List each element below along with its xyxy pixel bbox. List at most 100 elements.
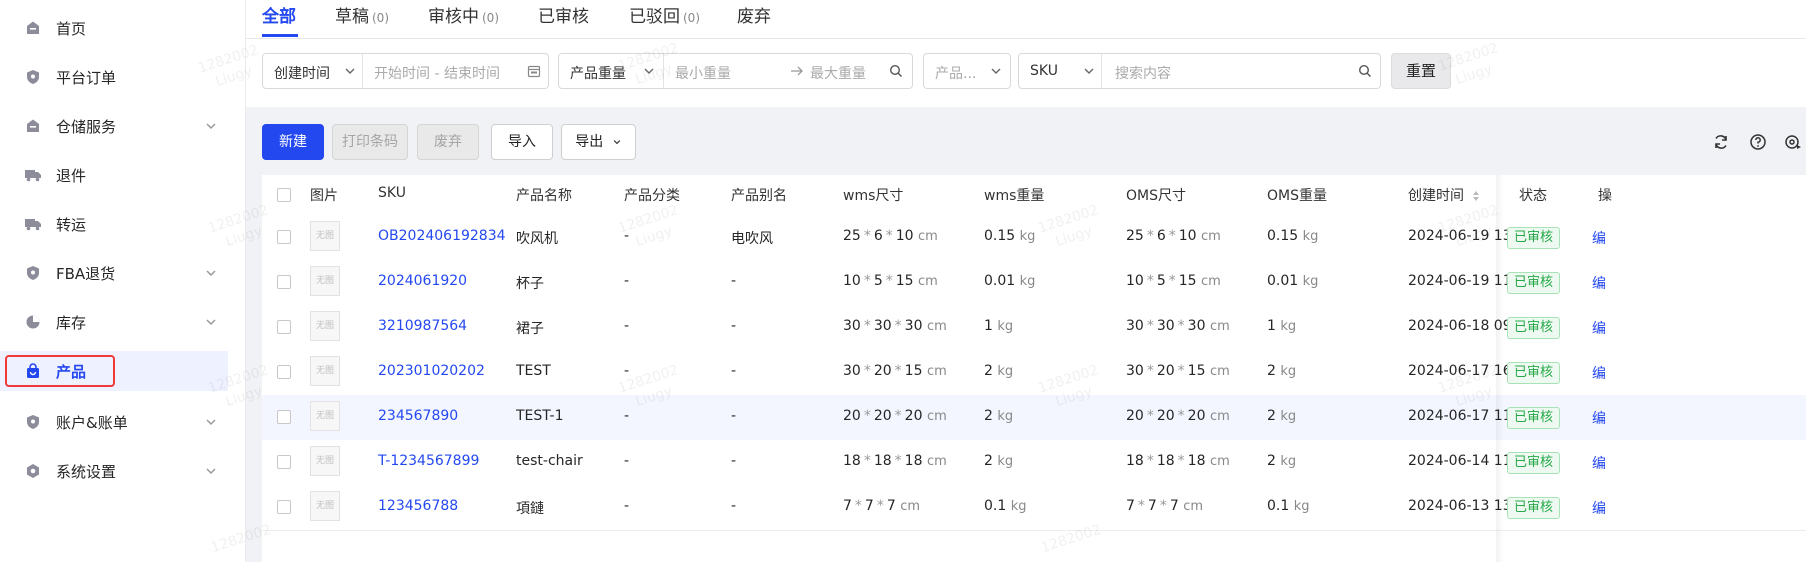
- chevron-down-icon: [613, 140, 620, 145]
- time-range-input[interactable]: 开始时间 - 结束时间: [374, 63, 500, 83]
- edit-link[interactable]: 编: [1592, 453, 1606, 473]
- sku-link[interactable]: 202301020202: [378, 363, 485, 379]
- pie-chart-icon: [24, 313, 42, 331]
- min-weight-input[interactable]: 最小重量: [675, 63, 731, 83]
- product-name: test-chair: [516, 453, 583, 469]
- select-all-checkbox[interactable]: [277, 188, 291, 202]
- product-alias: -: [731, 408, 737, 424]
- sidebar-item-fba-returns[interactable]: FBA退货: [0, 253, 228, 293]
- search-field-select[interactable]: SKU: [1030, 63, 1058, 79]
- oms-weight: 0.01 kg: [1267, 273, 1319, 289]
- weight-type-select[interactable]: 产品重量: [570, 63, 626, 83]
- chevron-down-icon: [345, 68, 355, 74]
- col-product-category: 产品分类: [624, 188, 680, 204]
- tab-discarded[interactable]: 废弃: [737, 2, 774, 36]
- reset-button[interactable]: 重置: [1391, 53, 1451, 89]
- product-thumbnail: 无图: [310, 221, 340, 251]
- col-created-time[interactable]: 创建时间: [1408, 185, 1480, 205]
- sidebar-item-label: 库存: [56, 313, 87, 332]
- main-area: 全部 草稿 (0) 审核中 (0) 已审核 已驳回 (0) 废弃 创建时间 开始时间 …: [246, 0, 1806, 562]
- edit-link[interactable]: 编: [1592, 273, 1606, 293]
- help-icon[interactable]: [1749, 133, 1767, 151]
- new-button[interactable]: 新建: [262, 124, 324, 160]
- oms-size: 30 * 30 * 30 cm: [1126, 318, 1230, 334]
- print-barcode-button[interactable]: 打印条码: [332, 124, 408, 160]
- wms-size: 30 * 30 * 30 cm: [843, 318, 947, 334]
- sidebar-item-warehouse[interactable]: 仓储服务: [0, 106, 228, 146]
- calendar-icon: [527, 65, 541, 78]
- row-checkbox[interactable]: [277, 500, 291, 514]
- oms-weight: 1 kg: [1267, 318, 1297, 334]
- row-checkbox[interactable]: [277, 230, 291, 244]
- sidebar-item-system-settings[interactable]: 系统设置: [0, 451, 228, 491]
- table-row[interactable]: 无图 T-1234567899 test-chair - - 18 * 18 * 18 cm 2 k…: [262, 440, 1806, 486]
- tab-approved[interactable]: 已审核: [538, 2, 592, 36]
- search-icon[interactable]: [1358, 64, 1372, 78]
- import-button[interactable]: 导入: [491, 124, 553, 160]
- product-category: -: [624, 453, 630, 469]
- wms-size: 25 * 6 * 10 cm: [843, 228, 938, 244]
- status-badge: 已审核: [1507, 317, 1561, 339]
- tab-reviewing[interactable]: 审核中 (0): [428, 2, 499, 36]
- status-badge: 已审核: [1507, 452, 1561, 474]
- export-button[interactable]: 导出: [561, 124, 636, 160]
- sidebar-item-products[interactable]: 产品: [0, 351, 228, 391]
- time-type-select[interactable]: 创建时间: [274, 63, 330, 83]
- sidebar-item-label: 平台订单: [56, 68, 117, 87]
- col-oms-size: OMS尺寸: [1126, 188, 1186, 204]
- truck-icon: [24, 166, 42, 184]
- max-weight-input[interactable]: 最大重量: [810, 63, 866, 83]
- table-row[interactable]: 无图 OB202406192834 吹风机 - 电吹风 25 * 6 * 10 cm 0.15 kg…: [262, 215, 1806, 261]
- sku-link[interactable]: OB202406192834: [378, 228, 506, 244]
- sort-icon[interactable]: [1472, 190, 1480, 202]
- row-checkbox[interactable]: [277, 320, 291, 334]
- table-row[interactable]: 无图 3210987564 裙子 - - 30 * 30 * 30 cm 1 kg 30 * 30 * 30 …: [262, 305, 1806, 351]
- row-checkbox[interactable]: [277, 410, 291, 424]
- search-input[interactable]: 搜索内容: [1115, 63, 1171, 83]
- sidebar-item-inventory[interactable]: 库存: [0, 302, 228, 342]
- status-badge: 已审核: [1507, 497, 1561, 519]
- table-header: 图片 SKU 产品名称 产品分类 产品别名 wms尺寸 wms重量 OMS尺寸 …: [262, 175, 1806, 216]
- oms-weight: 2 kg: [1267, 453, 1297, 469]
- edit-link[interactable]: 编: [1592, 408, 1606, 428]
- column-settings-icon[interactable]: [1784, 133, 1802, 151]
- tab-all[interactable]: 全部: [262, 2, 296, 36]
- chevron-down-icon: [991, 68, 1001, 74]
- tab-rejected[interactable]: 已驳回 (0): [629, 2, 700, 36]
- row-checkbox[interactable]: [277, 275, 291, 289]
- sidebar-item-account-billing[interactable]: 账户&账单: [0, 402, 228, 442]
- table-row[interactable]: 无图 234567890 TEST-1 - - 20 * 20 * 20 cm 2 kg 20 * 20 *…: [262, 395, 1806, 441]
- weight-filter: 产品重量 最小重量 最大重量: [558, 53, 913, 89]
- sidebar-item-home[interactable]: 首页: [0, 8, 228, 48]
- sidebar-item-label: 产品: [56, 362, 87, 381]
- row-checkbox[interactable]: [277, 455, 291, 469]
- oms-size: 30 * 20 * 15 cm: [1126, 363, 1230, 379]
- sidebar-item-platform-orders[interactable]: 平台订单: [0, 57, 228, 97]
- refresh-icon[interactable]: [1712, 133, 1730, 151]
- sku-link[interactable]: 234567890: [378, 408, 458, 424]
- discard-button[interactable]: 废弃: [417, 124, 479, 160]
- search-icon[interactable]: [889, 64, 903, 78]
- col-operations: 操: [1598, 188, 1612, 204]
- sidebar-item-label: 仓储服务: [56, 117, 117, 136]
- filter-bar: 创建时间 开始时间 - 结束时间 产品重量 最小重量 最大重量 产品... SK…: [246, 39, 1806, 107]
- table-row[interactable]: 无图 123456788 項鏈 - - 7 * 7 * 7 cm 0.1 kg 7 * 7 * 7 cm 0.1…: [262, 485, 1806, 531]
- wms-size: 18 * 18 * 18 cm: [843, 453, 947, 469]
- status-tabs: 全部 草稿 (0) 审核中 (0) 已审核 已驳回 (0) 废弃: [246, 0, 1806, 39]
- sku-link[interactable]: T-1234567899: [378, 453, 479, 469]
- table-row[interactable]: 无图 2024061920 杯子 - - 10 * 5 * 15 cm 0.01 kg 10 * 5 * 15…: [262, 260, 1806, 306]
- chevron-down-icon: [206, 319, 216, 326]
- edit-link[interactable]: 编: [1592, 498, 1606, 518]
- product-type-select[interactable]: 产品...: [923, 53, 1011, 89]
- tab-draft[interactable]: 草稿 (0): [335, 2, 389, 36]
- row-checkbox[interactable]: [277, 365, 291, 379]
- table-row[interactable]: 无图 202301020202 TEST - - 30 * 20 * 15 cm 2 kg 30 * 20…: [262, 350, 1806, 396]
- sidebar-item-returns[interactable]: 退件: [0, 155, 228, 195]
- edit-link[interactable]: 编: [1592, 363, 1606, 383]
- edit-link[interactable]: 编: [1592, 318, 1606, 338]
- sku-link[interactable]: 3210987564: [378, 318, 467, 334]
- edit-link[interactable]: 编: [1592, 228, 1606, 248]
- sku-link[interactable]: 2024061920: [378, 273, 467, 289]
- sidebar-item-transfer[interactable]: 转运: [0, 204, 228, 244]
- sku-link[interactable]: 123456788: [378, 498, 458, 514]
